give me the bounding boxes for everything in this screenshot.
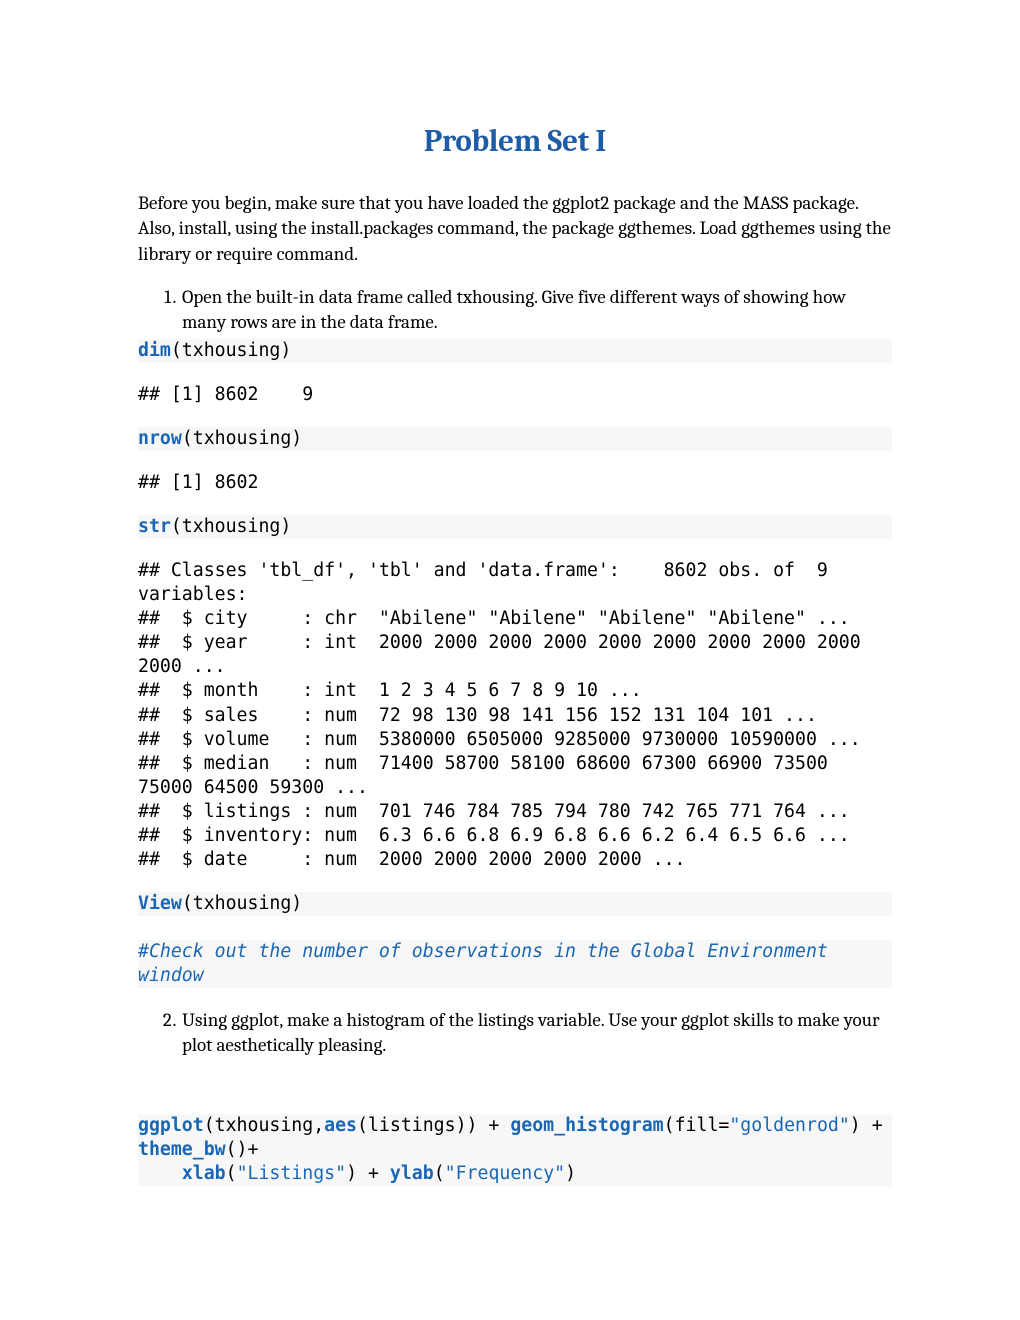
code-comment: #Check out the number of observations in… [138,940,892,988]
code-dim: dim(txhousing) [138,339,892,363]
fn-aes: aes [324,1115,357,1136]
output-str: ## Classes 'tbl_df', 'tbl' and 'data.fra… [138,559,892,871]
fn-ggplot: ggplot [138,1115,204,1136]
fn-str: str [138,516,171,537]
fn-geom-histogram: geom_histogram [510,1115,663,1136]
question-list: Open the built-in data frame called txho… [138,285,892,336]
fn-ylab: ylab [390,1163,434,1184]
code-ggplot: ggplot(txhousing,aes(listings)) + geom_h… [138,1114,892,1186]
fn-dim: dim [138,340,171,361]
intro-paragraph: Before you begin, make sure that you hav… [138,191,892,267]
code-nrow: nrow(txhousing) [138,427,892,451]
question-list-2: Using ggplot, make a histogram of the li… [138,1008,892,1059]
page-title: Problem Set I [138,123,892,159]
code-str: str(txhousing) [138,515,892,539]
question-1: Open the built-in data frame called txho… [180,285,892,336]
fn-xlab: xlab [182,1163,226,1184]
question-2: Using ggplot, make a histogram of the li… [180,1008,892,1059]
output-dim: ## [1] 8602 9 [138,383,892,407]
code-view: View(txhousing) [138,892,892,916]
output-nrow: ## [1] 8602 [138,471,892,495]
fn-view: View [138,893,182,914]
page: Problem Set I Before you begin, make sur… [0,0,1020,1266]
fn-theme-bw: theme_bw [138,1139,226,1160]
fn-nrow: nrow [138,428,182,449]
